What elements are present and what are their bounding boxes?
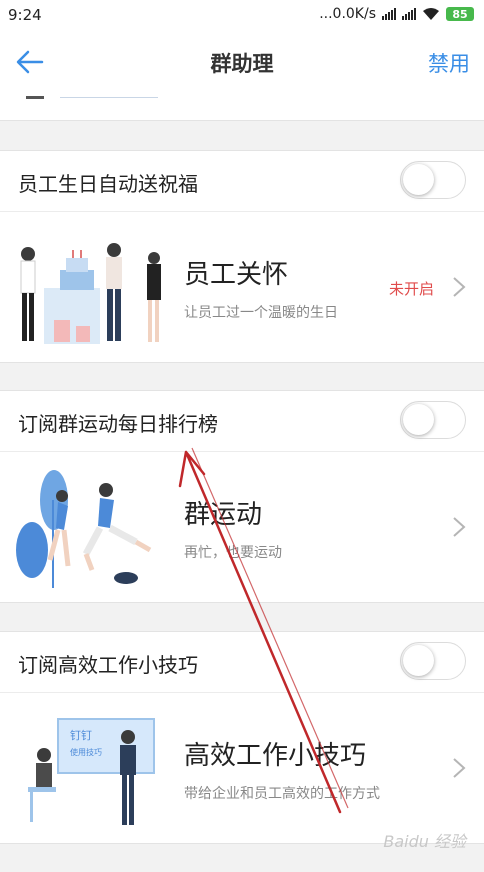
status-time: 9:24 — [8, 6, 42, 24]
toggle-row-tips: 订阅高效工作小技巧 — [0, 632, 484, 693]
birthday-toggle-switch[interactable] — [400, 161, 466, 199]
card-description: 让员工过一个温暖的生日 — [184, 305, 338, 321]
card-title: 高效工作小技巧 — [184, 741, 367, 771]
running-people-illustration — [16, 470, 152, 588]
section-birthday: 员工生日自动送祝福 员工关怀 让员工过一个温暖的生日 未开启 — [0, 150, 484, 363]
nav-bar: 群助理 禁用 — [0, 30, 484, 94]
toggle-label: 员工生日自动送祝福 — [18, 172, 198, 196]
watermark: Baidu 经验 — [383, 832, 466, 851]
card-description: 带给企业和员工高效的工作方式 — [184, 786, 380, 802]
status-icons: ...0.0K/s 85 — [319, 6, 474, 22]
sport-toggle-switch[interactable] — [400, 401, 466, 439]
birthday-party-illustration — [20, 243, 161, 344]
chevron-right-icon — [453, 758, 466, 778]
toggle-label: 订阅高效工作小技巧 — [18, 653, 198, 677]
page-title: 群助理 — [210, 52, 274, 76]
card-work-tips[interactable]: 钉钉 使用技巧 高效工作小技巧 带给企业和员工高效的工作方式 — [0, 693, 484, 843]
card-employee-care[interactable]: 员工关怀 让员工过一个温暖的生日 未开启 — [0, 212, 484, 362]
status-bar: 9:24 ...0.0K/s 85 — [0, 0, 484, 30]
signal-icon-2 — [402, 8, 416, 20]
previous-card-remnant — [0, 94, 484, 121]
signal-icon — [382, 8, 396, 20]
card-title: 群运动 — [184, 500, 263, 530]
presentation-illustration: 钉钉 使用技巧 — [28, 718, 155, 825]
toggle-row-sport: 订阅群运动每日排行榜 — [0, 391, 484, 452]
chevron-right-icon — [453, 277, 466, 297]
board-title: 钉钉 — [70, 729, 92, 742]
toggle-row-birthday: 员工生日自动送祝福 — [0, 151, 484, 212]
section-group-sport: 订阅群运动每日排行榜 群运动 再忙，也要运动 — [0, 390, 484, 603]
chevron-right-icon — [453, 517, 466, 537]
toggle-label: 订阅群运动每日排行榜 — [18, 412, 218, 436]
card-group-sport[interactable]: 群运动 再忙，也要运动 — [0, 452, 484, 602]
network-speed: ...0.0K/s — [319, 6, 376, 22]
section-work-tips: 订阅高效工作小技巧 钉钉 使用技巧 高效工作小技巧 带给企业和员工高效的工作方式 — [0, 631, 484, 844]
battery-icon: 85 — [446, 7, 474, 21]
card-description: 再忙，也要运动 — [184, 545, 282, 561]
tips-toggle-switch[interactable] — [400, 642, 466, 680]
card-title: 员工关怀 — [184, 260, 289, 290]
remnant-line — [60, 97, 158, 98]
wifi-icon — [423, 8, 439, 20]
board-subtitle: 使用技巧 — [70, 747, 102, 757]
status-badge: 未开启 — [388, 280, 434, 298]
remnant-mark — [26, 96, 44, 99]
disable-button[interactable]: 禁用 — [428, 48, 470, 78]
